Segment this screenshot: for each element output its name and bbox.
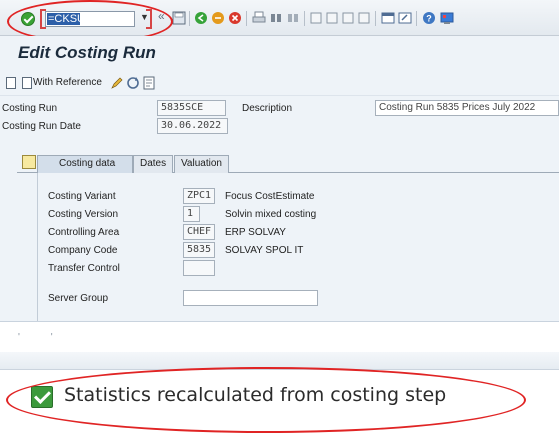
history-icon[interactable]: « [158,9,165,23]
toolbar-separator [304,11,305,26]
application-toolbar: With Reference [0,70,559,96]
company-code-row: Company Code 5835 SOLVAY SPOL IT [38,242,559,260]
first-page-icon[interactable] [309,11,323,25]
command-field[interactable]: =CKSU [45,11,135,27]
last-page-icon[interactable] [357,11,371,25]
next-page-icon[interactable] [341,11,355,25]
refresh-icon[interactable] [126,76,140,90]
server-group-label: Server Group [48,293,109,304]
command-field-value: =CKSU [48,13,85,25]
find-next-icon[interactable] [286,11,300,25]
status-bar-strip [0,352,559,370]
enter-check-icon[interactable] [21,12,35,26]
costing-version-desc: Solvin mixed costing [225,209,317,220]
server-group-row: Server Group [38,290,559,308]
cancel-icon[interactable] [228,11,242,25]
company-code-label: Company Code [48,245,118,256]
success-check-icon [31,386,53,408]
transfer-control-label: Transfer Control [48,263,120,274]
display-document-icon[interactable] [142,76,156,90]
tab-valuation[interactable]: Valuation [174,155,229,173]
costing-version-field[interactable]: 1 [183,206,200,222]
sap-window: =CKSU ▼ « ? Edit Costing Run With Refere… [0,0,559,322]
controlling-area-row: Controlling Area CHEF ERP SOLVAY [38,224,559,242]
costing-run-label: Costing Run [2,103,58,114]
costing-variant-desc: Focus CostEstimate [225,191,315,202]
with-reference-button[interactable]: With Reference [33,77,102,88]
status-message[interactable]: Statistics recalculated from costing ste… [64,384,446,406]
costing-run-date-field[interactable]: 30.06.2022 [157,118,228,134]
company-code-desc: SOLVAY SPOL IT [225,245,304,256]
toolbar-separator [246,11,247,26]
tab-dates[interactable]: Dates [133,155,174,173]
transfer-control-field[interactable] [183,260,215,276]
back-icon[interactable] [194,11,208,25]
costing-variant-label: Costing Variant [48,191,116,202]
toolbar-separator [375,11,376,26]
costing-version-row: Costing Version 1 Solvin mixed costing [38,206,559,224]
exit-icon[interactable] [211,11,225,25]
with-reference-icon[interactable] [22,77,32,89]
costing-run-date-label: Costing Run Date [2,121,81,132]
toolbar-separator [416,11,417,26]
edit-pencil-icon[interactable] [110,76,124,90]
transfer-control-row: Transfer Control [38,260,559,278]
controlling-area-desc: ERP SOLVAY [225,227,286,238]
controlling-area-label: Controlling Area [48,227,120,238]
create-document-icon[interactable] [6,77,16,89]
status-bar-zoom: ' ' Statistics recalculated from costing… [0,322,559,440]
costing-version-label: Costing Version [48,209,119,220]
costing-variant-row: Costing Variant ZPC1 Focus CostEstimate [38,188,559,206]
status-bar-handle: ' ' [18,332,67,343]
shortcut-icon[interactable] [398,11,412,25]
company-code-field[interactable]: 5835 [183,242,215,258]
customize-layout-icon[interactable] [440,11,454,25]
costing-variant-field[interactable]: ZPC1 [183,188,215,204]
print-icon[interactable] [252,11,266,25]
annotation-bracket-right [146,9,152,29]
tab-costing-data[interactable]: Costing data [37,155,133,173]
svg-text:?: ? [426,14,432,24]
previous-page-icon[interactable] [325,11,339,25]
costing-data-panel: Costing Variant ZPC1 Focus CostEstimate … [37,173,559,321]
page-title: Edit Costing Run [18,43,156,62]
description-field[interactable]: Costing Run 5835 Prices July 2022 [375,100,559,116]
new-session-icon[interactable] [381,11,395,25]
title-bar: Edit Costing Run [0,36,559,70]
find-icon[interactable] [269,11,283,25]
costing-run-row: Costing Run 5835SCE Description Costing … [0,100,559,118]
system-toolbar: =CKSU ▼ « ? [0,0,559,36]
annotation-bracket-left [40,9,46,29]
costing-run-date-row: Costing Run Date 30.06.2022 [0,118,559,136]
tab-folder-icon[interactable] [22,155,36,169]
description-label: Description [242,103,293,114]
help-icon[interactable]: ? [422,11,436,25]
server-group-field[interactable] [183,290,318,306]
tab-strip: Costing data Dates Valuation [17,153,559,173]
save-icon[interactable] [172,11,186,25]
toolbar-separator [189,11,190,26]
controlling-area-field[interactable]: CHEF [183,224,215,240]
costing-run-field[interactable]: 5835SCE [157,100,226,116]
